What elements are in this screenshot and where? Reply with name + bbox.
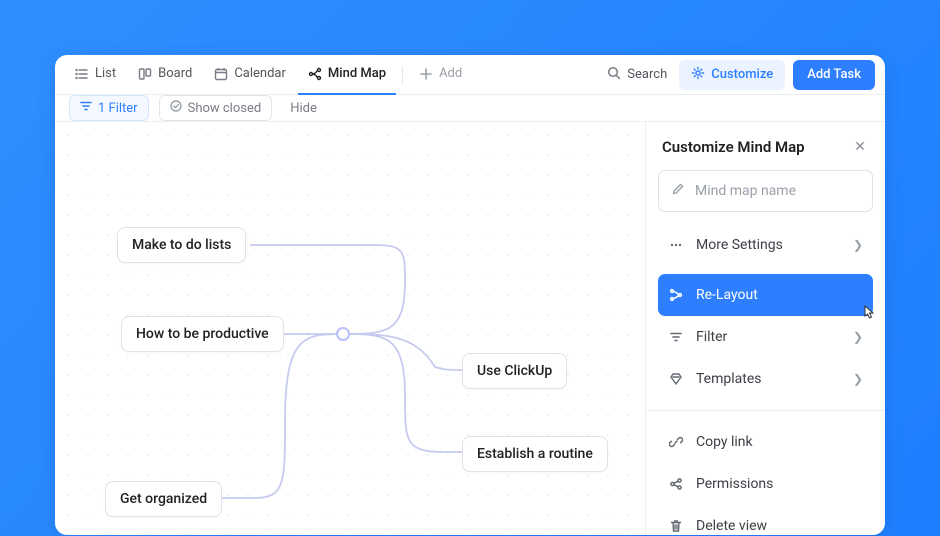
node-label: Establish a routine [477, 446, 593, 462]
node-label: Use ClickUp [477, 363, 552, 379]
close-panel-button[interactable]: ✕ [851, 139, 869, 155]
add-task-button[interactable]: Add Task [793, 60, 875, 90]
customize-label: Customize [711, 67, 773, 82]
tab-list-label: List [95, 66, 116, 81]
relayout-label: Re-Layout [696, 287, 758, 303]
tab-mindmap-label: Mind Map [328, 66, 386, 81]
permissions-item[interactable]: Permissions [658, 463, 873, 505]
node-label: How to be productive [136, 326, 269, 342]
filter-chip[interactable]: 1 Filter [69, 95, 149, 121]
filter-item[interactable]: Filter ❯ [658, 316, 873, 358]
templates-label: Templates [696, 371, 762, 387]
customize-button[interactable]: Customize [679, 60, 785, 90]
relayout-icon [668, 287, 684, 303]
root-node-handle[interactable] [336, 327, 350, 341]
chevron-right-icon: ❯ [853, 372, 863, 386]
view-tabs-bar: List Board Calendar Mind Map Add [55, 55, 885, 95]
panel-header: Customize Mind Map ✕ [658, 138, 873, 156]
trash-icon [668, 518, 684, 534]
tab-board[interactable]: Board [128, 55, 202, 95]
hide-filters-button[interactable]: Hide [282, 97, 325, 120]
tab-calendar[interactable]: Calendar [204, 55, 296, 95]
tab-list[interactable]: List [65, 55, 126, 95]
filter-count-label: 1 Filter [98, 101, 138, 116]
copy-link-item[interactable]: Copy link [658, 421, 873, 463]
calendar-icon [214, 67, 228, 81]
add-view-label: Add [439, 66, 462, 81]
ellipsis-icon [668, 237, 684, 253]
hide-label: Hide [290, 101, 317, 116]
panel-title: Customize Mind Map [662, 138, 805, 156]
tab-mindmap[interactable]: Mind Map [298, 55, 396, 95]
filter-funnel-icon [80, 100, 92, 116]
panel-separator [646, 410, 885, 411]
check-circle-icon [170, 100, 182, 116]
name-placeholder: Mind map name [695, 183, 796, 199]
filter-icon [668, 329, 684, 345]
mindmap-canvas[interactable]: Make to do lists How to be productive Us… [55, 122, 645, 535]
mindmap-icon [308, 67, 322, 81]
tab-calendar-label: Calendar [234, 66, 286, 81]
filter-bar: 1 Filter Show closed Hide [55, 95, 885, 122]
mindmap-name-input[interactable]: Mind map name [658, 170, 873, 212]
node-how-to-be-productive[interactable]: How to be productive [121, 316, 284, 352]
close-icon: ✕ [854, 139, 866, 155]
chevron-right-icon: ❯ [853, 238, 863, 252]
share-icon [668, 476, 684, 492]
search-icon [607, 66, 621, 84]
delete-view-label: Delete view [696, 518, 767, 534]
add-task-label: Add Task [807, 67, 861, 82]
search-label: Search [627, 67, 667, 82]
chevron-right-icon: ❯ [853, 330, 863, 344]
content-body: Make to do lists How to be productive Us… [55, 122, 885, 535]
app-window: List Board Calendar Mind Map Add [55, 55, 885, 535]
search-button[interactable]: Search [597, 60, 677, 90]
copy-link-label: Copy link [696, 434, 753, 450]
customize-panel: Customize Mind Map ✕ Mind map name More … [645, 122, 885, 535]
node-get-organized[interactable]: Get organized [105, 481, 222, 517]
templates-icon [668, 371, 684, 387]
add-view-button[interactable]: Add [409, 55, 472, 95]
node-use-clickup[interactable]: Use ClickUp [462, 353, 567, 389]
permissions-label: Permissions [696, 476, 773, 492]
node-make-todo-lists[interactable]: Make to do lists [117, 227, 246, 263]
node-label: Get organized [120, 491, 207, 507]
list-icon [75, 67, 89, 81]
more-settings-item[interactable]: More Settings ❯ [658, 224, 873, 266]
plus-icon [419, 67, 433, 81]
more-settings-label: More Settings [696, 237, 783, 253]
link-icon [668, 434, 684, 450]
node-label: Make to do lists [132, 237, 231, 253]
delete-view-item[interactable]: Delete view [658, 505, 873, 535]
board-icon [138, 67, 152, 81]
separator [402, 66, 403, 84]
node-establish-routine[interactable]: Establish a routine [462, 436, 608, 472]
show-closed-label: Show closed [188, 101, 262, 116]
show-closed-chip[interactable]: Show closed [159, 95, 273, 121]
relayout-item[interactable]: Re-Layout [658, 274, 873, 316]
filter-label: Filter [696, 329, 727, 345]
pencil-icon [671, 182, 685, 200]
templates-item[interactable]: Templates ❯ [658, 358, 873, 400]
tab-board-label: Board [158, 66, 192, 81]
gear-icon [691, 66, 705, 84]
